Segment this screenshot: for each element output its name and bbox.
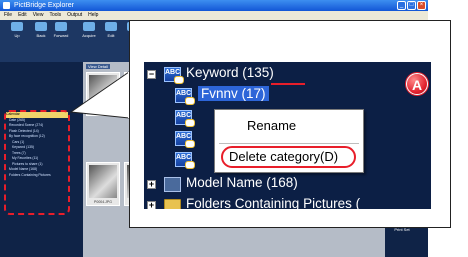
selected-keyword[interactable]: Fvnnv (17) bbox=[198, 86, 269, 101]
callout-badge: A bbox=[406, 73, 428, 95]
rename-menu-item[interactable]: Rename bbox=[247, 118, 357, 133]
keyword-icon: ABC bbox=[175, 88, 195, 105]
expand-toggle[interactable]: + bbox=[147, 201, 156, 209]
collapse-toggle[interactable]: − bbox=[147, 70, 156, 79]
screenshot-stage: PictBridge Explorer _ □ × File Edit View To… bbox=[0, 0, 468, 257]
folder-icon bbox=[164, 199, 181, 209]
expand-toggle[interactable]: + bbox=[147, 180, 156, 189]
context-menu: Rename Delete category(D) bbox=[214, 109, 364, 173]
zoom-callout: − ABC Keyword (135) ABC Fvnnv (17) ABC A… bbox=[129, 20, 451, 228]
model-name-node[interactable]: Model Name (168) bbox=[186, 175, 298, 190]
menu-item-highlight bbox=[221, 146, 356, 168]
keyword-icon: ABC bbox=[164, 67, 184, 84]
keyword-icon: ABC bbox=[175, 131, 195, 148]
keyword-node[interactable]: Keyword (135) bbox=[186, 65, 274, 80]
folders-node[interactable]: Folders Containing Pictures ( bbox=[186, 196, 360, 209]
menu-separator bbox=[219, 143, 359, 144]
callout-leader-line bbox=[271, 83, 305, 85]
keyword-icon: ABC bbox=[175, 152, 195, 169]
camera-model-icon bbox=[164, 177, 181, 192]
keyword-icon: ABC bbox=[175, 110, 195, 127]
